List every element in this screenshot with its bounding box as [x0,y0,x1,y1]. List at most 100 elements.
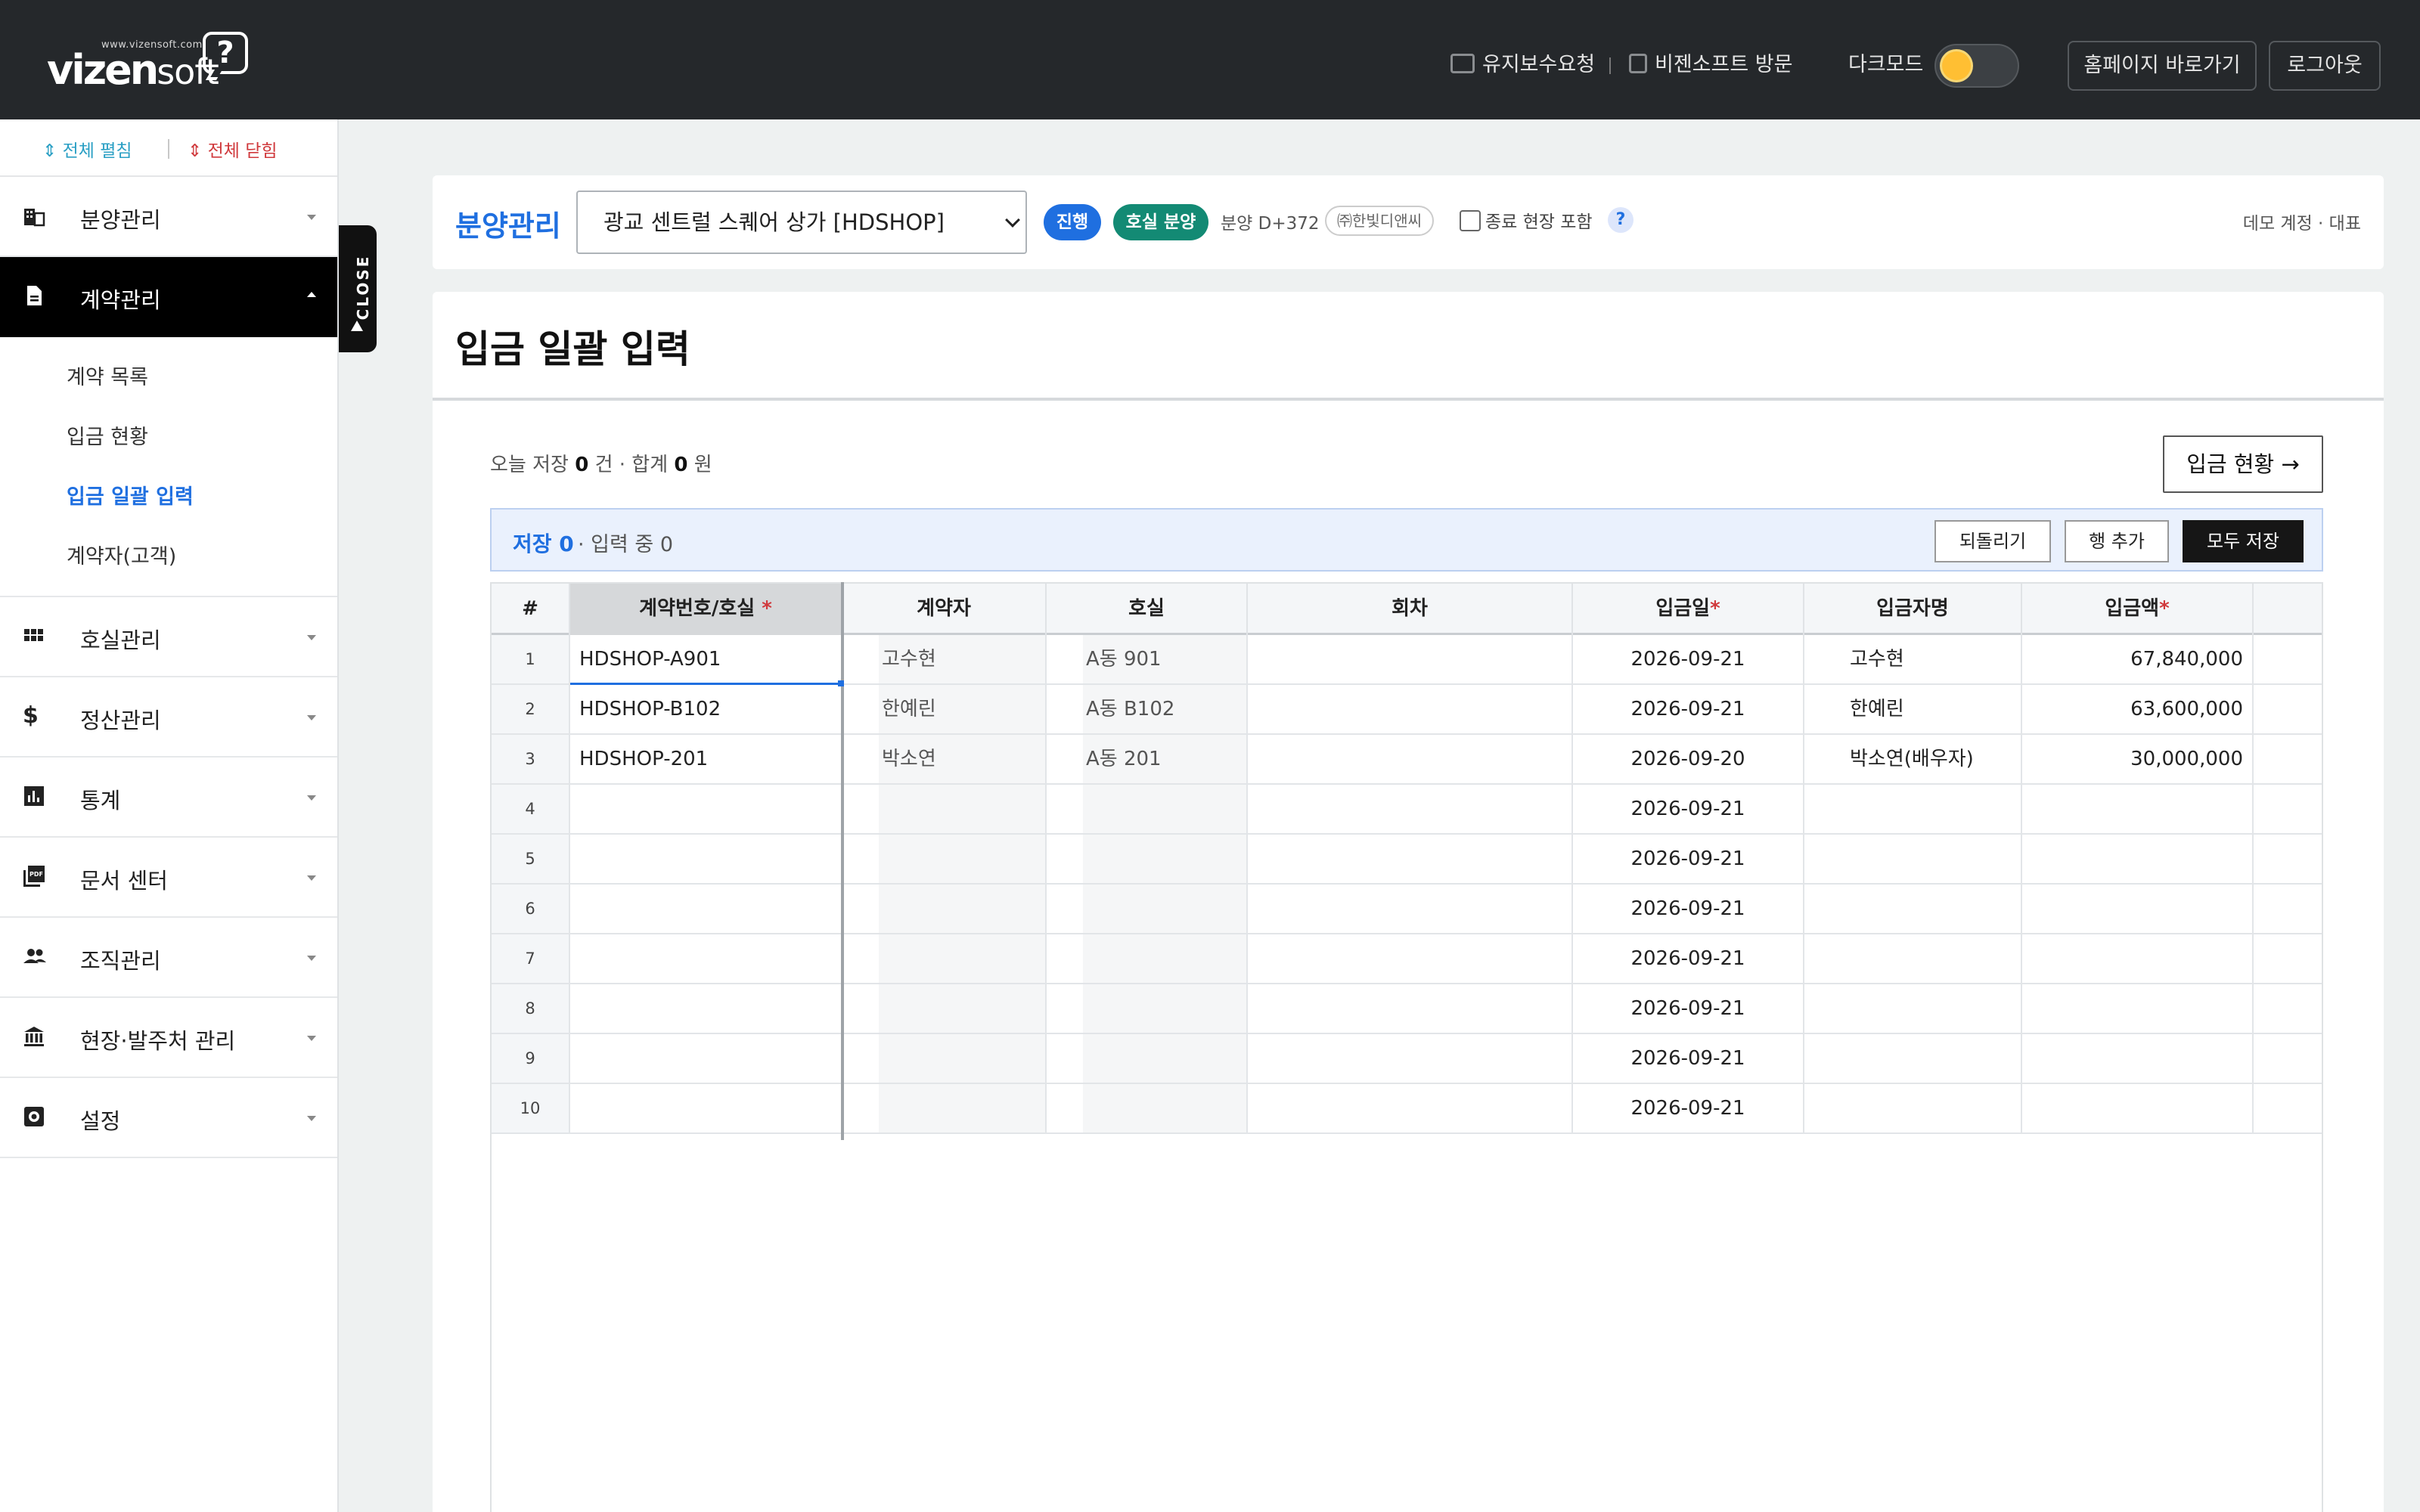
sidebar-actions: ⇕ 전체 펼침 ⇕ 전체 닫힘 [0,119,337,177]
round-cell[interactable] [1248,1034,1573,1083]
sidebar-item-site-client-management[interactable]: 현장·발주처 관리 [0,998,337,1078]
homepage-button[interactable]: 홈페이지 바로가기 [2068,41,2257,91]
payer-name-cell[interactable] [1804,835,2022,883]
round-cell[interactable] [1248,835,1573,883]
submenu-deposit-status[interactable]: 입금 현황 [0,407,337,467]
deposit-date-cell[interactable]: 2026-09-21 [1573,984,1804,1033]
sidebar-close-tab[interactable]: CLOSE [339,225,377,352]
col-header-contract[interactable]: 계약번호/호실 * [570,584,842,635]
logo-wordmark: vizensoft [47,46,219,94]
col-header-round[interactable]: 회차 [1248,584,1573,635]
payer-name-cell[interactable] [1804,984,2022,1033]
sidebar-item-settings[interactable]: 설정 [0,1078,337,1158]
sidebar-item-unit-management[interactable]: 호실관리 [0,597,337,677]
contract-cell[interactable] [570,1084,842,1132]
deposit-date-cell[interactable]: 2026-09-21 [1573,785,1804,833]
saved-count: 저장 0 [513,531,574,556]
contract-cell[interactable]: HDSHOP-201 [570,735,842,783]
amount-cell[interactable] [2022,984,2254,1033]
payer-name-cell[interactable]: 한예린 [1804,685,2022,733]
col-header-contractor[interactable]: 계약자 [842,584,1047,635]
col-header-unit[interactable]: 호실 [1047,584,1248,635]
deposit-date-cell[interactable]: 2026-09-20 [1573,735,1804,783]
logout-button[interactable]: 로그아웃 [2269,41,2381,91]
payer-name-cell[interactable]: 고수현 [1804,635,2022,683]
round-cell[interactable] [1248,635,1573,683]
amount-cell[interactable]: 30,000,000 [2022,735,2254,783]
contract-cell[interactable] [570,835,842,883]
vizensoft-logo[interactable]: www.vizensoft.com vizensoft ? [47,30,259,94]
submenu-bulk-deposit-entry[interactable]: 입금 일괄 입력 [0,467,337,527]
deposit-date-cell[interactable]: 2026-09-21 [1573,635,1804,683]
col-header-amount[interactable]: 입금액* [2022,584,2254,635]
amount-cell[interactable] [2022,934,2254,983]
amount-cell[interactable] [2022,1034,2254,1083]
amount-cell[interactable] [2022,835,2254,883]
deposit-date-cell[interactable]: 2026-09-21 [1573,1034,1804,1083]
round-cell[interactable] [1248,934,1573,983]
sidebar-item-organization-management[interactable]: 조직관리 [0,918,337,998]
round-cell[interactable] [1248,785,1573,833]
amount-cell[interactable] [2022,1084,2254,1132]
deposit-date-cell[interactable]: 2026-09-21 [1573,685,1804,733]
sidebar-item-settlement-management[interactable]: $ 정산관리 [0,677,337,758]
page-title: 입금 일괄 입력 [455,327,690,371]
col-header-payer[interactable]: 입금자명 [1804,584,2022,635]
deposit-date-cell[interactable]: 2026-09-21 [1573,885,1804,933]
include-closed-label[interactable]: 종료 현장 포함 [1485,207,1593,233]
dark-mode-toggle[interactable] [1934,44,2019,88]
fill-handle[interactable] [838,680,844,686]
round-cell[interactable] [1248,685,1573,733]
contract-cell[interactable] [570,1034,842,1083]
sidebar-item-label: 정산관리 [80,708,161,733]
payer-name-cell[interactable] [1804,1084,2022,1132]
visit-vizensoft-link[interactable]: 비젠소프트 방문 [1629,50,1792,80]
round-cell[interactable] [1248,1084,1573,1132]
collapse-all-button[interactable]: ⇕ 전체 닫힘 [188,136,278,162]
payer-name-cell[interactable] [1804,785,2022,833]
add-row-button[interactable]: 행 추가 [2065,520,2169,562]
chevron-down-icon [307,1116,316,1121]
chevron-down-icon [307,795,316,801]
payer-name-cell[interactable] [1804,885,2022,933]
deposit-date-cell[interactable]: 2026-09-21 [1573,934,1804,983]
amount-cell[interactable] [2022,785,2254,833]
sidebar-item-contract-management[interactable]: 계약관리 [0,257,337,337]
undo-button[interactable]: 되돌리기 [1934,520,2051,562]
deposit-status-button[interactable]: 입금 현황 → [2163,435,2323,493]
contract-cell[interactable]: HDSHOP-B102 [570,685,842,733]
contract-cell[interactable] [570,885,842,933]
site-select[interactable]: 광교 센트럴 스퀘어 상가 [HDSHOP] [576,191,1027,254]
contract-cell[interactable] [570,934,842,983]
deposit-date-cell[interactable]: 2026-09-21 [1573,835,1804,883]
round-cell[interactable] [1248,984,1573,1033]
sales-dday: 분양 D+372 [1221,214,1320,234]
help-icon[interactable]: ? [1608,207,1634,233]
maintenance-request-link[interactable]: 유지보수요청 [1450,50,1595,80]
deposit-date-cell[interactable]: 2026-09-21 [1573,1084,1804,1132]
col-header-date[interactable]: 입금일* [1573,584,1804,635]
contract-cell[interactable] [570,984,842,1033]
sidebar-item-document-center[interactable]: PDF 문서 센터 [0,838,337,918]
amount-cell[interactable] [2022,885,2254,933]
sidebar-item-statistics[interactable]: 통계 [0,758,337,838]
row-number: 6 [492,885,570,933]
save-all-button[interactable]: 모두 저장 [2183,520,2304,562]
include-closed-checkbox[interactable] [1460,210,1481,231]
amount-cell[interactable]: 63,600,000 [2022,685,2254,733]
extra-cell [2254,1084,2322,1132]
contractor-cell [842,1034,1047,1083]
sidebar-item-sales-management[interactable]: 분양관리 [0,177,337,257]
contract-cell[interactable] [570,785,842,833]
expand-all-button[interactable]: ⇕ 전체 펼침 [42,136,132,162]
submenu-contractors[interactable]: 계약자(고객) [0,527,337,587]
payer-name-cell[interactable] [1804,934,2022,983]
round-cell[interactable] [1248,885,1573,933]
amount-cell[interactable]: 67,840,000 [2022,635,2254,683]
payer-name-cell[interactable] [1804,1034,2022,1083]
round-cell[interactable] [1248,735,1573,783]
submenu-contract-list[interactable]: 계약 목록 [0,348,337,407]
payer-name-cell[interactable]: 박소연(배우자) [1804,735,2022,783]
table-row: 10 2026-09-21 [492,1084,2322,1134]
extra-cell [2254,635,2322,683]
